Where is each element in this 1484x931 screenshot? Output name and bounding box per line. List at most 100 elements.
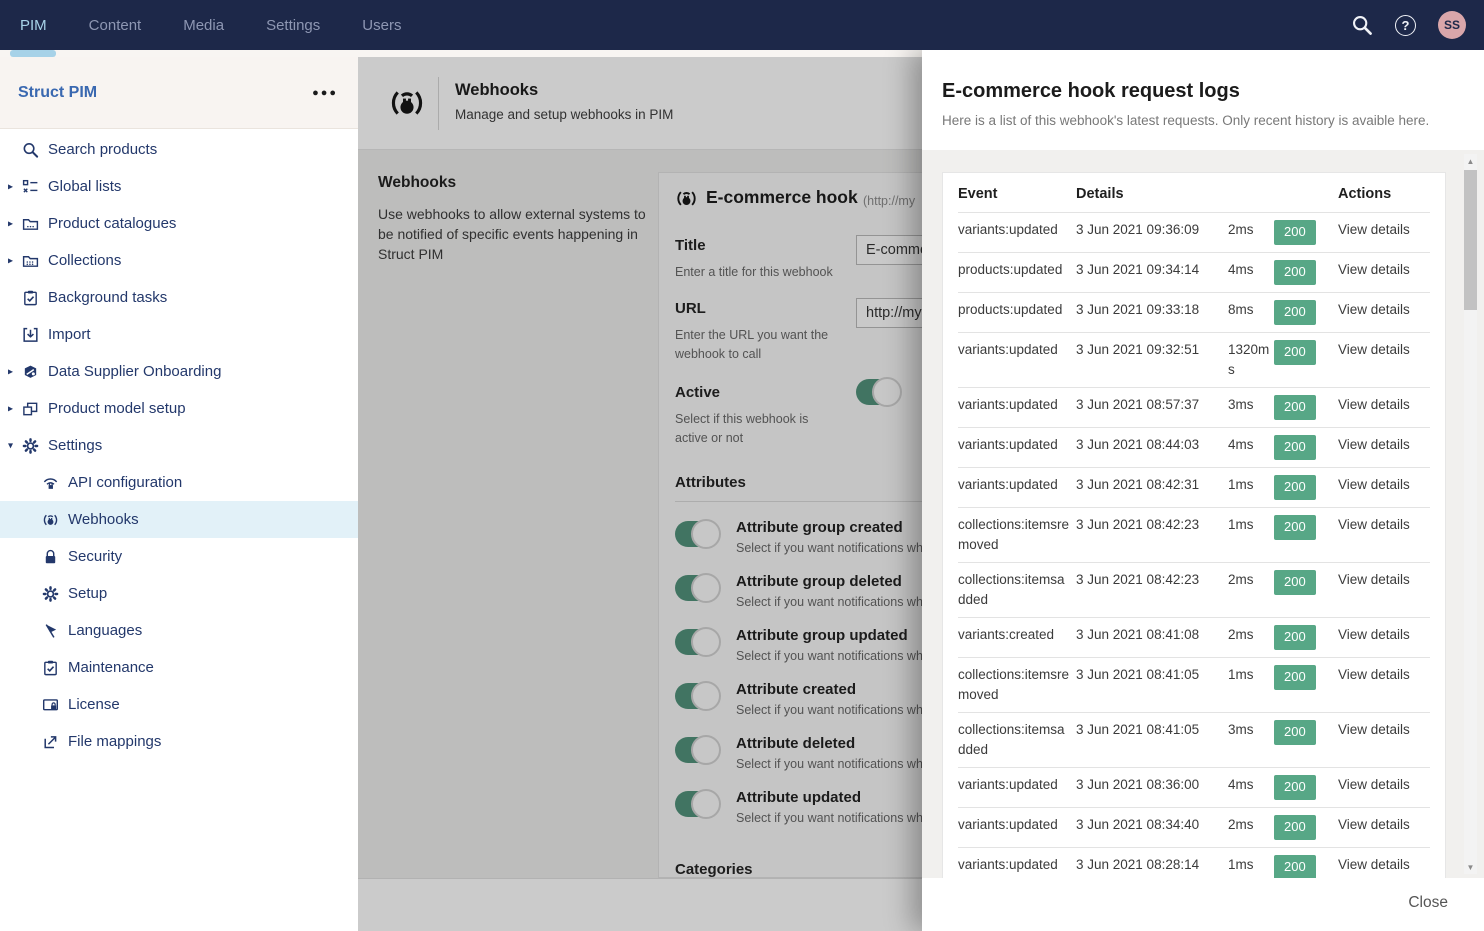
view-details-link[interactable]: View details (1338, 775, 1430, 795)
search-icon[interactable] (1351, 14, 1373, 36)
sidebar-item-label: Languages (68, 622, 142, 639)
chevron-right-icon[interactable]: ▸ (8, 255, 13, 266)
gear-icon (42, 585, 59, 602)
status-badge: 200 (1274, 260, 1316, 285)
chevron-right-icon[interactable]: ▸ (8, 403, 13, 414)
api-lock-icon (42, 474, 59, 491)
tab-content[interactable]: Content (89, 17, 142, 34)
top-navigation-bar: PIM Content Media Settings Users ? SS (0, 0, 1484, 50)
search-icon (22, 141, 39, 158)
log-datetime: 3 Jun 2021 09:36:09 (1076, 220, 1228, 240)
chevron-right-icon[interactable]: ▸ (8, 181, 13, 192)
sidebar-item-license[interactable]: License (0, 686, 358, 723)
sidebar-item-setup[interactable]: Setup (0, 575, 358, 612)
model-icon (22, 400, 39, 417)
sidebar-header: Struct PIM ●●● (0, 57, 358, 129)
view-details-link[interactable]: View details (1338, 300, 1430, 320)
scrollbar-up-icon[interactable]: ▲ (1464, 154, 1477, 168)
sidebar-item-global-lists[interactable]: ▸ Global lists (0, 168, 358, 205)
sidebar-item-label: Webhooks (68, 511, 139, 528)
sidebar-item-label: Global lists (48, 178, 121, 195)
sidebar-item-file-mappings[interactable]: File mappings (0, 723, 358, 760)
log-event: products:updated (958, 260, 1076, 280)
log-duration: 2ms (1228, 625, 1274, 645)
log-datetime: 3 Jun 2021 08:41:05 (1076, 665, 1228, 685)
sidebar-item-security[interactable]: Security (0, 538, 358, 575)
log-event: collections:itemsremoved (958, 515, 1076, 555)
status-badge: 200 (1274, 475, 1316, 500)
more-options-icon[interactable]: ●●● (312, 87, 338, 99)
tab-pim[interactable]: PIM (20, 17, 47, 34)
status-badge: 200 (1274, 435, 1316, 460)
view-details-link[interactable]: View details (1338, 220, 1430, 240)
sidebar-item-label: Collections (48, 252, 121, 269)
tab-settings[interactable]: Settings (266, 17, 320, 34)
view-details-link[interactable]: View details (1338, 260, 1430, 280)
clipboard-check-icon (22, 289, 39, 306)
avatar[interactable]: SS (1438, 11, 1466, 39)
log-row: collections:itemsadded 3 Jun 2021 08:41:… (958, 712, 1430, 767)
sidebar-item-label: Settings (48, 437, 102, 454)
chevron-right-icon[interactable]: ▸ (8, 366, 13, 377)
log-datetime: 3 Jun 2021 08:34:40 (1076, 815, 1228, 835)
log-duration: 1ms (1228, 475, 1274, 495)
tab-media[interactable]: Media (183, 17, 224, 34)
log-row: products:updated 3 Jun 2021 09:34:14 4ms… (958, 252, 1430, 292)
view-details-link[interactable]: View details (1338, 625, 1430, 645)
log-event: variants:created (958, 625, 1076, 645)
view-details-link[interactable]: View details (1338, 340, 1430, 360)
sidebar-item-settings[interactable]: ▾ Settings (0, 427, 358, 464)
close-button[interactable]: Close (1408, 894, 1448, 912)
sidebar-item-collections[interactable]: ▸ Collections (0, 242, 358, 279)
logs-table-body: variants:updated 3 Jun 2021 09:36:09 2ms… (958, 212, 1430, 878)
sidebar-item-search-products[interactable]: Search products (0, 131, 358, 168)
log-row: variants:updated 3 Jun 2021 08:42:31 1ms… (958, 467, 1430, 507)
view-details-link[interactable]: View details (1338, 855, 1430, 875)
sidebar-item-webhooks[interactable]: Webhooks (0, 501, 358, 538)
import-icon (22, 326, 39, 343)
log-duration: 4ms (1228, 260, 1274, 280)
sidebar: Struct PIM ●●● Search products ▸ Global … (0, 57, 358, 931)
view-details-link[interactable]: View details (1338, 815, 1430, 835)
status-badge: 200 (1274, 625, 1316, 650)
log-event: collections:itemsremoved (958, 665, 1076, 705)
view-details-link[interactable]: View details (1338, 475, 1430, 495)
log-event: variants:updated (958, 340, 1076, 360)
view-details-link[interactable]: View details (1338, 435, 1430, 455)
scrollbar-thumb[interactable] (1464, 170, 1477, 310)
view-details-link[interactable]: View details (1338, 665, 1430, 685)
chevron-right-icon[interactable]: ▸ (8, 218, 13, 229)
sidebar-item-maintenance[interactable]: Maintenance (0, 649, 358, 686)
status-badge: 200 (1274, 775, 1316, 800)
sidebar-menu: Search products ▸ Global lists ▸ Product… (0, 129, 358, 760)
sidebar-item-api-configuration[interactable]: API configuration (0, 464, 358, 501)
sidebar-item-data-supplier-onboarding[interactable]: ▸ Data Supplier Onboarding (0, 353, 358, 390)
sidebar-item-label: Product model setup (48, 400, 186, 417)
panel-footer: Close (922, 878, 1484, 931)
sidebar-item-background-tasks[interactable]: Background tasks (0, 279, 358, 316)
clipboard-check-icon (42, 659, 59, 676)
status-badge: 200 (1274, 395, 1316, 420)
view-details-link[interactable]: View details (1338, 395, 1430, 415)
view-details-link[interactable]: View details (1338, 720, 1430, 740)
log-datetime: 3 Jun 2021 08:42:23 (1076, 515, 1228, 535)
sidebar-item-label: Data Supplier Onboarding (48, 363, 221, 380)
status-badge: 200 (1274, 220, 1316, 245)
log-datetime: 3 Jun 2021 08:42:31 (1076, 475, 1228, 495)
log-event: products:updated (958, 300, 1076, 320)
status-badge: 200 (1274, 340, 1316, 365)
chevron-down-icon[interactable]: ▾ (8, 440, 13, 451)
view-details-link[interactable]: View details (1338, 515, 1430, 535)
list-icon (22, 178, 39, 195)
help-icon[interactable]: ? (1395, 15, 1416, 36)
logs-scroll-area: Event Details Actions variants:updated 3… (922, 150, 1484, 878)
sidebar-item-import[interactable]: Import (0, 316, 358, 353)
sidebar-item-languages[interactable]: Languages (0, 612, 358, 649)
scrollbar-down-icon[interactable]: ▼ (1464, 860, 1477, 874)
tab-users[interactable]: Users (362, 17, 401, 34)
log-datetime: 3 Jun 2021 08:28:14 (1076, 855, 1228, 875)
view-details-link[interactable]: View details (1338, 570, 1430, 590)
sidebar-item-product-catalogues[interactable]: ▸ Product catalogues (0, 205, 358, 242)
log-duration: 8ms (1228, 300, 1274, 320)
sidebar-item-product-model-setup[interactable]: ▸ Product model setup (0, 390, 358, 427)
